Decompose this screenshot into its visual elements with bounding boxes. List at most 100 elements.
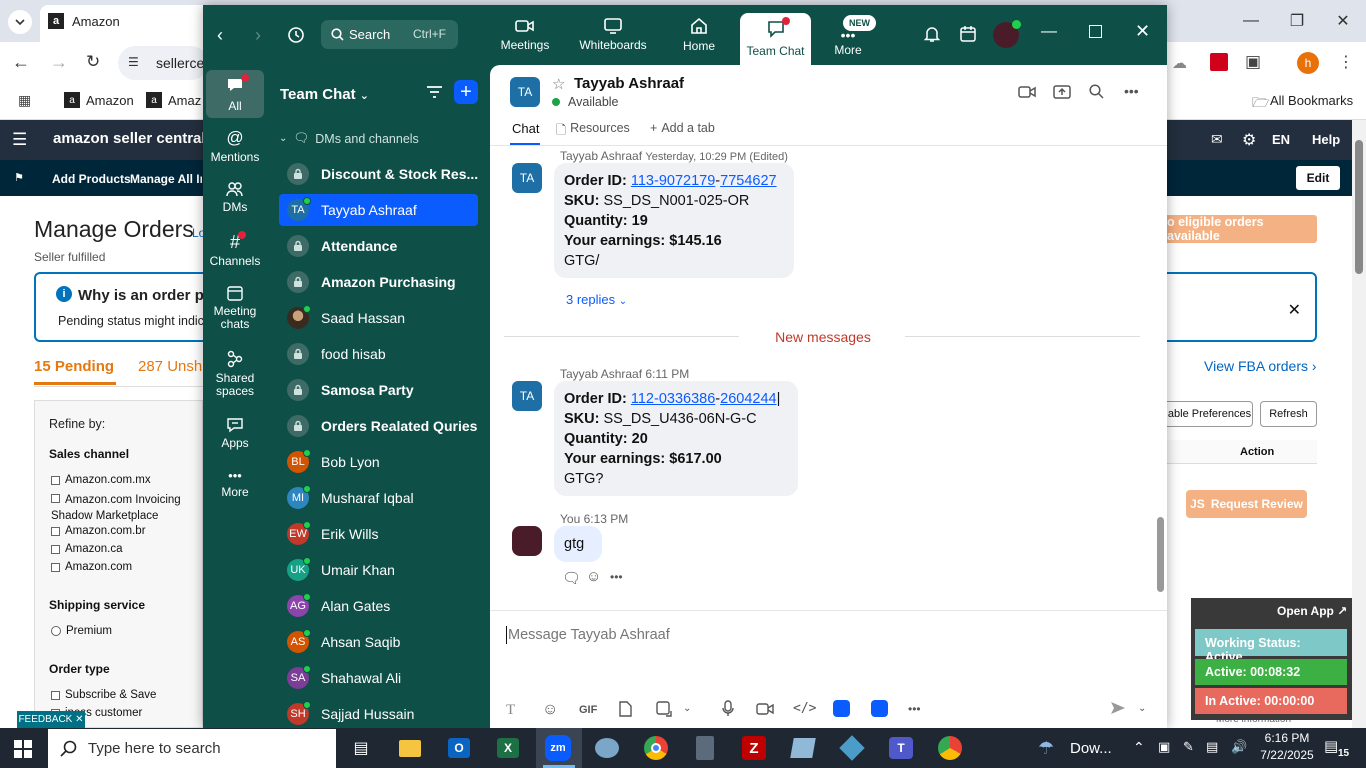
browser-close-icon[interactable]: ✕ [1320,0,1366,42]
premium-radio[interactable]: Premium [51,625,112,637]
tab-chat[interactable]: Chat [512,121,539,136]
snipping-tool-icon[interactable] [591,732,623,764]
teams-icon[interactable]: T [885,732,917,764]
file-explorer-icon[interactable] [394,732,426,764]
message-input[interactable]: Message Tayyab Ashraaf [506,617,1146,653]
chrome-icon[interactable] [640,732,672,764]
scrollbar-thumb[interactable] [1355,140,1363,274]
reload-icon[interactable]: ↻ [86,52,100,72]
rail-meeting-chats[interactable]: Meeting chats [206,285,264,331]
emoji-icon[interactable]: ☺ [542,701,558,719]
whiteboard-share-icon[interactable] [871,700,888,717]
hamburger-menu-icon[interactable]: ☰ [12,130,27,150]
language-select[interactable]: EN [1272,132,1290,147]
request-review-button[interactable]: JS Request Review [1186,490,1307,518]
tab-resources[interactable]: 🗋 Resources [556,121,630,142]
close-window-icon[interactable]: ✕ [1135,21,1150,42]
microphone-icon[interactable] [722,700,734,722]
close-banner-icon[interactable]: ✕ [1288,300,1301,320]
nav-whiteboards[interactable]: Whiteboards [573,5,653,65]
nav-meetings[interactable]: Meetings [493,5,557,65]
chrome-menu-icon[interactable]: ⋮ [1338,52,1354,72]
conversation-item[interactable]: TA Tayyab Ashraaf [279,194,478,226]
settings-gear-icon[interactable]: ⚙ [1242,130,1256,150]
wifi-network-icon[interactable]: ▤ [1206,739,1218,755]
feedback-button[interactable]: FEEDBACK ✕ [17,711,85,728]
more-options-icon[interactable]: ••• [1124,83,1139,99]
windows-start-icon[interactable] [14,740,32,763]
tray-chevron-up-icon[interactable]: ⌃ [1133,739,1145,756]
conversation-item[interactable]: UK Umair Khan [279,554,478,586]
open-app-link[interactable]: Open App ↗ [1277,604,1347,618]
conversation-item[interactable]: AG Alan Gates [279,590,478,622]
page-scrollbar[interactable] [1352,120,1366,728]
mail-icon[interactable]: ✉ [1211,131,1223,148]
new-chat-plus-icon[interactable]: + [454,80,478,104]
subscribe-save-checkbox[interactable]: Subscribe & Save [51,689,156,701]
conversation-item[interactable]: EW Erik Wills [279,518,478,550]
chevron-down-icon[interactable]: ⌄ [683,703,691,714]
seller-central-logo[interactable]: amazon seller central [53,130,206,147]
message-more-icon[interactable]: ••• [610,570,623,584]
conversation-item[interactable]: Attendance [279,230,478,262]
user-avatar[interactable] [993,20,1021,48]
conversation-item[interactable]: food hisab [279,338,478,370]
minimize-icon[interactable]: — [1041,23,1057,41]
gif-icon[interactable]: GIF [579,704,597,716]
profile-avatar[interactable]: h [1297,52,1319,74]
channel-br-checkbox[interactable]: Amazon.com.br [51,525,146,537]
rail-more[interactable]: ••• More [206,468,264,499]
weather-umbrella-icon[interactable]: ☂ [1038,738,1054,759]
network-device-icon[interactable]: ▣ [1158,739,1170,755]
pen-icon[interactable]: ✎ [1183,739,1194,755]
rail-all[interactable]: All [206,74,264,113]
manage-inventory-link[interactable]: Manage All Inve [130,172,202,186]
video-message-icon[interactable] [756,702,774,721]
add-products-link[interactable]: Add Products [52,172,131,186]
forward-chevron-icon[interactable]: › [255,25,261,46]
app-integration-icon[interactable] [833,700,850,717]
browser-minimize-icon[interactable]: — [1228,0,1274,42]
bookmark-amazon-1[interactable]: Amazon [86,93,134,108]
zoom-app-icon[interactable]: zm [542,732,574,764]
outlook-icon[interactable]: O [443,732,475,764]
sender-avatar[interactable]: TA [512,163,542,193]
rail-shared-spaces[interactable]: Shared spaces [206,350,264,398]
rail-dms[interactable]: DMs [206,181,264,214]
edit-button[interactable]: Edit [1296,166,1340,190]
nav-home[interactable]: Home [669,5,729,65]
channel-shadow-checkbox[interactable]: Amazon.com Invoicing Shadow Marketplace [51,492,196,524]
format-text-icon[interactable]: T [506,702,515,719]
taskbar-search-box[interactable]: Type here to search [48,729,336,768]
apps-grid-icon[interactable]: ▦ [18,92,31,109]
conversation-item[interactable]: AS Ahsan Saqib [279,626,478,658]
sender-avatar[interactable]: TA [512,381,542,411]
contact-avatar[interactable]: TA [510,77,540,107]
search-icon[interactable] [1089,84,1104,104]
composer-more-icon[interactable]: ••• [908,702,921,716]
zoom-search-box[interactable]: Search Ctrl+F [321,20,458,49]
back-chevron-icon[interactable]: ‹ [217,25,223,46]
team-chat-dropdown[interactable]: Team Chat ⌄ [280,86,369,103]
taskbar-clock[interactable]: 6:16 PM 7/22/2025 [1258,731,1316,762]
view-fba-orders-link[interactable]: View FBA orders › [1204,358,1317,374]
refresh-button[interactable]: Refresh [1260,401,1317,427]
rail-mentions[interactable]: @ Mentions [206,129,264,164]
my-message-bubble[interactable]: gtg [554,526,602,562]
bell-icon[interactable] [923,25,941,48]
order-link-a[interactable]: 112-0336386 [631,391,715,407]
conversation-item[interactable]: Amazon Purchasing [279,266,478,298]
browser-restore-icon[interactable]: ❐ [1274,0,1320,42]
order-link-a[interactable]: 113-9072179 [631,173,715,189]
nav-team-chat[interactable]: Team Chat [740,13,811,65]
order-link-b[interactable]: 7754627 [720,173,776,189]
message-bubble[interactable]: Order ID: 112-0336386-2604244| SKU: SS_D… [554,381,798,496]
code-snippet-icon[interactable]: </> [793,701,816,716]
channel-ca-checkbox[interactable]: Amazon.ca [51,543,123,555]
send-icon[interactable] [1110,701,1126,720]
video-call-icon[interactable] [1018,85,1036,104]
channel-mx-checkbox[interactable]: Amazon.com.mx [51,474,151,486]
tab-add[interactable]: + Add a tab [650,121,715,135]
conversation-item[interactable]: SH Sajjad Hussain [279,698,478,730]
filezilla-icon[interactable]: Z [738,732,770,764]
